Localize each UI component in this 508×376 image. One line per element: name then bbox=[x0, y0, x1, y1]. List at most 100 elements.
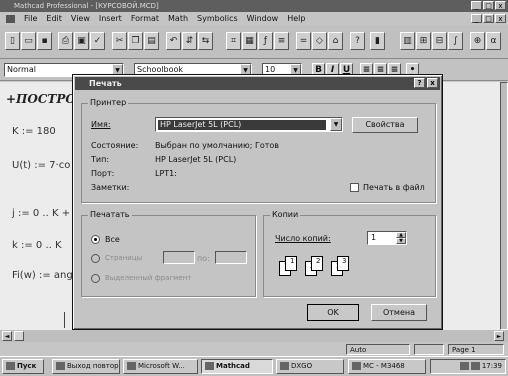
worksheet-line[interactable]: Fi(w) := ang bbox=[12, 270, 73, 281]
name-label: Имя: bbox=[91, 120, 111, 129]
dialog-title: Печать bbox=[89, 79, 122, 88]
font-size-value: 10 bbox=[265, 65, 276, 74]
menu-math[interactable]: Math bbox=[168, 14, 188, 23]
doc-minimize-button[interactable]: _ bbox=[471, 14, 482, 23]
menu-symbolics[interactable]: Symbolics bbox=[197, 14, 238, 23]
spell-check-icon[interactable]: ✓ bbox=[90, 32, 105, 50]
menu-view[interactable]: View bbox=[71, 14, 90, 23]
program-icon bbox=[280, 362, 289, 370]
worksheet-line[interactable]: j := 0 .. K + 1 bbox=[12, 208, 80, 219]
horizontal-scrollbar[interactable]: ◄ ► bbox=[0, 330, 508, 342]
spin-down-icon[interactable]: ▼ bbox=[396, 238, 406, 244]
menu-file[interactable]: File bbox=[24, 14, 37, 23]
start-button[interactable]: Пуск bbox=[2, 359, 44, 374]
range-to-field[interactable] bbox=[215, 251, 247, 264]
taskbar-item[interactable]: MC - M3468 bbox=[348, 359, 426, 374]
properties-button[interactable]: Свойства bbox=[352, 117, 418, 133]
port-value: LPT1: bbox=[155, 169, 177, 178]
range-pages-radio[interactable] bbox=[91, 254, 100, 263]
taskbar-item-active[interactable]: Mathcad bbox=[201, 359, 273, 374]
align-across-icon[interactable]: ⇆ bbox=[198, 32, 213, 50]
status-extra bbox=[414, 344, 444, 355]
chevron-down-icon[interactable]: ▼ bbox=[330, 118, 342, 131]
evaluation-palette-icon[interactable]: ⊕ bbox=[470, 32, 485, 50]
open-icon[interactable]: ▭ bbox=[21, 32, 36, 50]
range-pages-label[interactable]: Страницы bbox=[105, 254, 142, 262]
range-selection-radio[interactable] bbox=[91, 274, 100, 283]
graph-palette-icon[interactable]: ⊞ bbox=[416, 32, 431, 50]
cut-icon[interactable]: ✂ bbox=[112, 32, 127, 50]
worksheet-line[interactable]: K := 180 bbox=[12, 126, 56, 137]
window-title: Mathcad Professional - [КУРСОВОЙ.MCD] bbox=[14, 2, 159, 10]
volume-icon[interactable] bbox=[470, 362, 480, 370]
close-button[interactable]: x bbox=[495, 1, 506, 10]
menu-help[interactable]: Help bbox=[287, 14, 305, 23]
resource-icon[interactable]: ▮ bbox=[370, 32, 385, 50]
app-menu-icon[interactable] bbox=[6, 14, 15, 23]
menu-insert[interactable]: Insert bbox=[99, 14, 122, 23]
print-icon[interactable]: ⎙ bbox=[58, 32, 73, 50]
keyboard-layout-icon[interactable] bbox=[459, 362, 469, 370]
matrix-palette-icon[interactable]: ⊟ bbox=[432, 32, 447, 50]
dialog-close-button[interactable]: x bbox=[427, 78, 438, 88]
taskbar-item[interactable]: Microsoft W... bbox=[123, 359, 198, 374]
minimize-button[interactable]: _ bbox=[471, 1, 482, 10]
scroll-thumb[interactable] bbox=[14, 331, 24, 341]
print-to-file-label[interactable]: Печать в файл bbox=[363, 183, 425, 192]
taskbar-item[interactable]: Выход повтор... bbox=[52, 359, 120, 374]
range-all-radio[interactable] bbox=[91, 235, 100, 244]
new-document-icon[interactable]: ▯ bbox=[5, 32, 20, 50]
doc-close-button[interactable]: x bbox=[495, 14, 506, 23]
print-dialog: Печать ? x Принтер Имя: HP LaserJet 5L (… bbox=[72, 74, 443, 330]
scroll-left-icon[interactable]: ◄ bbox=[2, 331, 12, 341]
range-all-label[interactable]: Все bbox=[105, 235, 120, 244]
status-page: Page 1 bbox=[448, 344, 504, 355]
printer-select[interactable]: HP LaserJet 5L (PCL) ▼ bbox=[155, 117, 343, 132]
system-tray: 17:39 bbox=[430, 359, 506, 374]
calculate-icon[interactable]: = bbox=[296, 32, 311, 50]
align-icon[interactable]: ⇵ bbox=[182, 32, 197, 50]
ok-button[interactable]: OK bbox=[307, 304, 359, 321]
insert-graph-icon[interactable]: ⌗ bbox=[226, 32, 241, 50]
undo-icon[interactable]: ↶ bbox=[166, 32, 181, 50]
copies-spinner[interactable]: 1 ▲ ▼ bbox=[367, 231, 407, 245]
range-selection-label[interactable]: Выделенный фрагмент bbox=[105, 274, 191, 282]
insert-component-icon[interactable]: ◇ bbox=[312, 32, 327, 50]
taskbar-item-label: DXGO bbox=[291, 362, 313, 370]
print-range-label: Печатать bbox=[88, 210, 132, 219]
range-to-label: по: bbox=[197, 254, 210, 263]
help-icon[interactable]: ? bbox=[350, 32, 365, 50]
worksheet-heading: +ПОСТРО bbox=[6, 92, 76, 106]
menu-format[interactable]: Format bbox=[131, 14, 159, 23]
vertical-scrollbar[interactable] bbox=[500, 82, 508, 330]
insert-unit-icon[interactable]: ≡ bbox=[274, 32, 289, 50]
doc-maximize-button[interactable]: □ bbox=[483, 14, 494, 23]
menu-window[interactable]: Window bbox=[247, 14, 279, 23]
worksheet-line[interactable]: U(t) := 7·co bbox=[12, 160, 70, 171]
taskbar: Пуск Выход повтор... Microsoft W... Math… bbox=[0, 356, 508, 376]
paste-icon[interactable]: ▤ bbox=[144, 32, 159, 50]
insert-matrix-icon[interactable]: ▦ bbox=[242, 32, 257, 50]
menu-edit[interactable]: Edit bbox=[46, 14, 62, 23]
folder-icon bbox=[56, 362, 65, 370]
calculus-palette-icon[interactable]: ∫ bbox=[448, 32, 463, 50]
font-value: Schoolbook bbox=[137, 65, 184, 74]
worksheet-line[interactable]: k := 0 .. K bbox=[12, 240, 62, 251]
save-icon[interactable]: ▪ bbox=[37, 32, 52, 50]
print-preview-icon[interactable]: ▣ bbox=[74, 32, 89, 50]
print-to-file-checkbox[interactable] bbox=[350, 183, 359, 192]
cancel-button[interactable]: Отмена bbox=[371, 304, 427, 321]
calculator-palette-icon[interactable]: ▥ bbox=[400, 32, 415, 50]
help-button[interactable]: ? bbox=[414, 78, 425, 88]
range-from-field[interactable] bbox=[163, 251, 195, 264]
insert-function-icon[interactable]: ƒ bbox=[258, 32, 273, 50]
dialog-title-bar: Печать ? x bbox=[75, 77, 440, 90]
greek-palette-icon[interactable]: α bbox=[486, 32, 501, 50]
copy-icon[interactable]: ❐ bbox=[128, 32, 143, 50]
taskbar-item-label: Microsoft W... bbox=[138, 362, 185, 370]
maximize-button[interactable]: □ bbox=[483, 1, 494, 10]
resource-center-icon[interactable]: ⌂ bbox=[328, 32, 343, 50]
scroll-right-icon[interactable]: ► bbox=[494, 331, 504, 341]
type-value: HP LaserJet 5L (PCL) bbox=[155, 155, 237, 164]
taskbar-item[interactable]: DXGO bbox=[276, 359, 344, 374]
